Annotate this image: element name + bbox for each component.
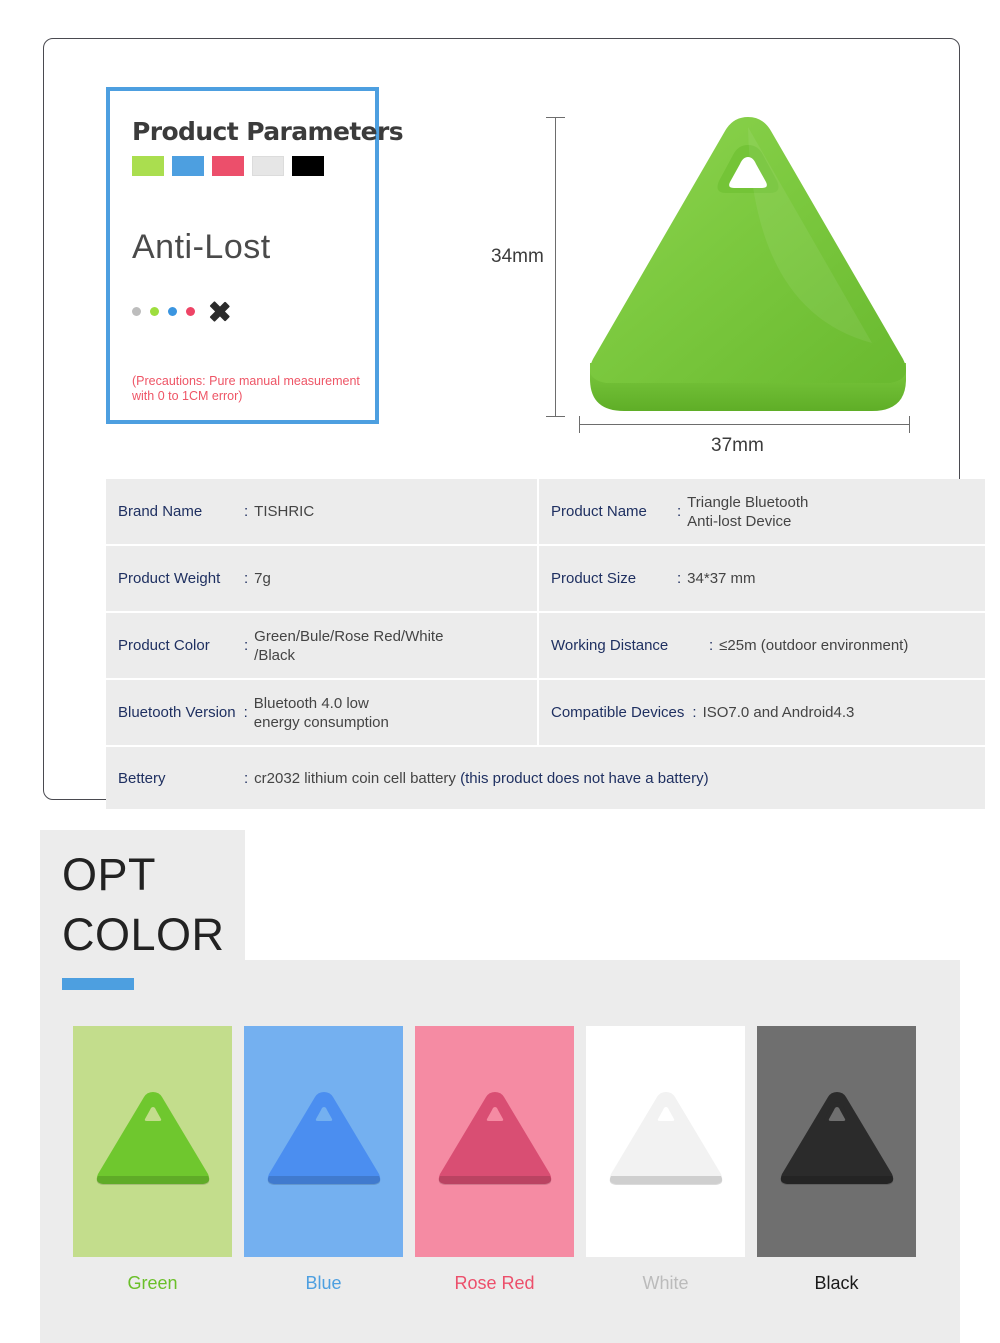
spec-value: ISO7.0 and Android4.3 <box>702 704 855 721</box>
table-cell-left: Product Color: Green/Bule/Rose Red/White /… <box>106 613 539 678</box>
opt-title-line-1: OPT <box>62 849 157 900</box>
opt-color-accent-bar <box>62 978 134 990</box>
table-cell-left: Brand Name: TISHRIC <box>106 479 539 544</box>
color-options-grid: Green Blue Rose Red White Black <box>73 1026 916 1294</box>
color-option-label: Rose Red <box>454 1273 535 1293</box>
spec-label: Bettery <box>118 769 166 787</box>
table-row: Product Color: Green/Bule/Rose Red/White /… <box>106 613 985 680</box>
table-cell-right: Product Name: Triangle Bluetooth Anti-los… <box>539 479 983 544</box>
spec-label: Working Distance <box>551 637 669 654</box>
spec-value-note: (this product does not have a battery) <box>460 769 709 787</box>
table-cell-left: Product Weight:7g <box>106 546 539 611</box>
opt-title-line-2: COLOR <box>62 909 225 960</box>
table-row: Bluetooth Version: Bluetooth 4.0 low energ… <box>106 680 985 747</box>
color-option-green[interactable]: Green <box>73 1026 232 1294</box>
spec-value: Triangle Bluetooth Anti-lost Device <box>687 493 809 530</box>
color-tile[interactable] <box>244 1026 403 1257</box>
table-row: Product Weight:7g Product Size:34*37 mm <box>106 546 985 613</box>
spec-colon: : <box>244 503 249 520</box>
precaution-note: (Precautions: Pure manual measurement wi… <box>132 374 360 403</box>
rose-swatch <box>212 156 244 176</box>
param-panel-title: Product Parameters <box>132 117 404 146</box>
table-cell-battery: Bettery: cr2032 lithium coin cell battery… <box>106 747 985 809</box>
color-option-rose-red[interactable]: Rose Red <box>415 1026 574 1294</box>
table-cell-left: Bluetooth Version: Bluetooth 4.0 low energ… <box>106 680 539 745</box>
table-cell-right: Compatible Devices: ISO7.0 and Android4.3 <box>539 680 983 745</box>
blue-swatch <box>172 156 204 176</box>
spec-value: ≤25m (outdoor environment) <box>719 637 909 654</box>
width-dimension-label: 37mm <box>711 435 764 456</box>
triangle-tag-icon <box>780 1091 893 1185</box>
spec-colon: : <box>243 704 248 721</box>
color-tile[interactable] <box>757 1026 916 1257</box>
color-tile[interactable] <box>586 1026 745 1257</box>
height-dimension-label: 34mm <box>491 246 544 267</box>
white-swatch <box>252 156 284 176</box>
color-tile[interactable] <box>415 1026 574 1257</box>
spec-colon: : <box>244 570 249 587</box>
color-option-label: Black <box>814 1273 859 1293</box>
color-swatch-row <box>132 156 353 176</box>
spec-card: Product Parameters Anti-Lost (Precaution… <box>43 38 985 811</box>
spec-label: Product Size <box>551 570 637 587</box>
triangle-tag-icon <box>609 1091 722 1185</box>
spec-colon: : <box>244 769 249 787</box>
black-swatch <box>292 156 324 176</box>
product-parameters-panel: Product Parameters Anti-Lost (Precaution… <box>106 87 404 424</box>
spec-label: Bluetooth Version <box>118 704 236 721</box>
spec-value: cr2032 lithium coin cell battery (this p… <box>254 769 709 787</box>
spec-value: 34*37 mm <box>687 570 756 587</box>
spec-colon: : <box>677 503 682 520</box>
blue-dot <box>168 306 177 316</box>
width-dimension-line <box>579 416 910 433</box>
specification-table: Brand Name: TISHRIC Product Name: Triangle … <box>106 479 985 815</box>
hero-product-image <box>572 111 924 423</box>
triangle-tag-icon <box>96 1091 209 1185</box>
color-tile[interactable] <box>73 1026 232 1257</box>
triangle-tag-icon <box>267 1091 380 1185</box>
spec-label: Product Color <box>118 637 210 654</box>
opt-color-title: OPT COLOR <box>62 845 225 965</box>
spec-value: 7g <box>254 570 271 587</box>
gray-dot <box>132 306 141 316</box>
chevron-right-icon <box>210 291 236 331</box>
spec-label: Product Name <box>551 503 647 520</box>
spec-colon: : <box>692 704 697 721</box>
table-row: Brand Name: TISHRIC Product Name: Triangle … <box>106 479 985 546</box>
product-detail-page: Product Parameters Anti-Lost (Precaution… <box>0 0 1000 1343</box>
spec-value: Green/Bule/Rose Red/White/Black <box>254 627 444 664</box>
green-dot <box>150 306 159 316</box>
rose-dot <box>186 306 195 316</box>
table-cell-right: Working Distance: ≤25m (outdoor environme… <box>539 613 983 678</box>
spec-colon: : <box>709 637 714 654</box>
color-option-blue[interactable]: Blue <box>244 1026 403 1294</box>
spec-label: Compatible Devices <box>551 704 685 721</box>
green-swatch <box>132 156 164 176</box>
spec-colon: : <box>677 570 682 587</box>
green-triangle-tag-svg <box>589 117 907 411</box>
anti-lost-headline: Anti-Lost <box>132 228 271 266</box>
dots-and-arrow <box>132 291 353 331</box>
color-option-label: White <box>642 1273 689 1293</box>
table-row-battery: Bettery: cr2032 lithium coin cell battery… <box>106 747 985 811</box>
color-option-label: Green <box>127 1273 178 1293</box>
spec-value: TISHRIC <box>254 503 315 520</box>
spec-label: Brand Name <box>118 503 203 520</box>
color-option-white[interactable]: White <box>586 1026 745 1294</box>
spec-colon: : <box>244 637 249 654</box>
triangle-tag-icon <box>438 1091 551 1185</box>
spec-label: Product Weight <box>118 570 221 587</box>
color-option-label: Blue <box>305 1273 342 1293</box>
table-cell-right: Product Size:34*37 mm <box>539 546 983 611</box>
spec-value: Bluetooth 4.0 low energy consumption <box>253 694 389 731</box>
color-option-black[interactable]: Black <box>757 1026 916 1294</box>
height-dimension-line <box>546 117 565 417</box>
